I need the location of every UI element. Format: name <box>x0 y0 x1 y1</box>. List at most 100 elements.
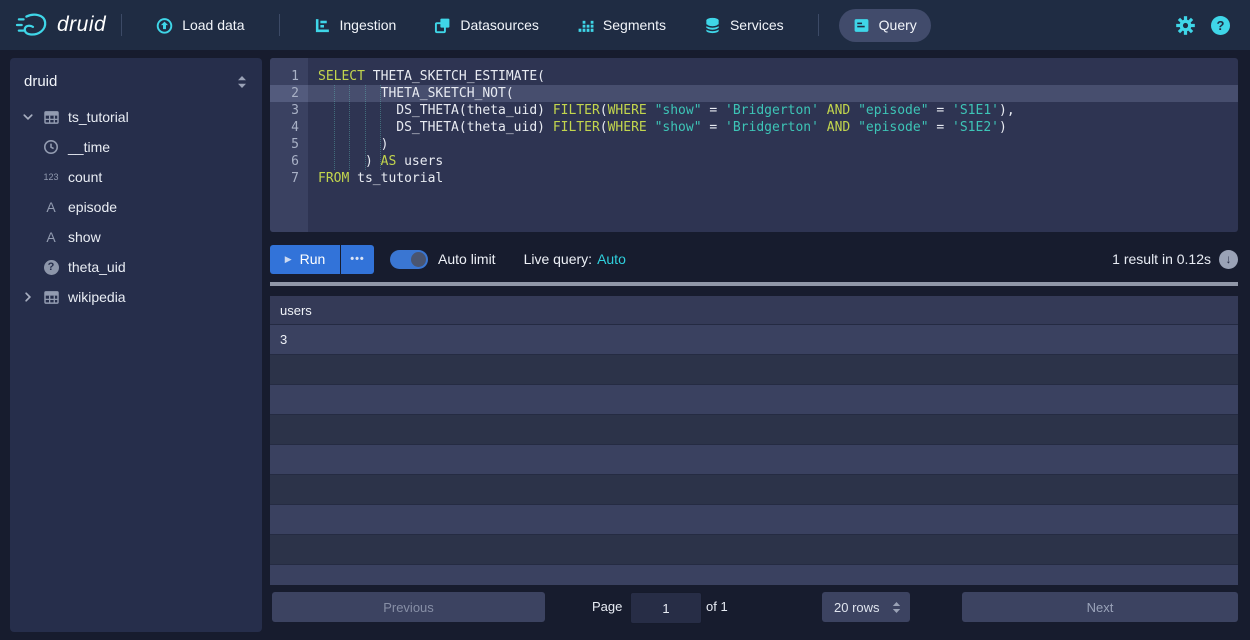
pagination-bar: Previous Page of 1 20 rows Next <box>270 592 1238 622</box>
tree-item-label: theta_uid <box>68 259 126 275</box>
schema-sidebar: druid ts_tutorial __time 123countAepisodeA… <box>10 58 262 632</box>
live-query-label: Live query:Auto <box>524 251 626 267</box>
results-body: 3 <box>270 325 1238 585</box>
page-number-input[interactable] <box>630 592 702 624</box>
code-line-1[interactable]: 1SELECT THETA_SKETCH_ESTIMATE( <box>270 68 1238 85</box>
run-more-button[interactable]: ••• <box>341 245 374 274</box>
previous-page-button[interactable]: Previous <box>272 592 545 622</box>
rows-per-page-value: 20 rows <box>834 600 880 615</box>
nav-item-segments[interactable]: Segments <box>563 9 680 42</box>
help-icon[interactable]: ? <box>1211 16 1230 35</box>
sql-editor[interactable]: 1SELECT THETA_SKETCH_ESTIMATE(2 THETA_SK… <box>270 58 1238 232</box>
play-icon: ▶ <box>285 255 292 264</box>
auto-limit-toggle[interactable] <box>390 250 428 269</box>
tree-item-count[interactable]: 123count <box>10 162 262 192</box>
rows-per-page-select[interactable]: 20 rows <box>822 592 910 622</box>
tree-item-label: episode <box>68 199 117 215</box>
result-status-text: 1 result in 0.12s <box>1112 251 1211 267</box>
druid-logo-icon <box>14 10 50 40</box>
clock-icon <box>42 139 60 155</box>
download-icon[interactable]: ↓ <box>1219 250 1238 269</box>
tree-item-label: wikipedia <box>68 289 126 305</box>
tree-item-wikipedia[interactable]: wikipedia <box>10 282 262 312</box>
navbar: druid Load data Ingestion Datasources Segme… <box>0 0 1250 50</box>
tree-item-__time[interactable]: __time <box>10 132 262 162</box>
brand-text: druid <box>57 13 106 37</box>
run-button[interactable]: ▶ Run <box>270 245 340 274</box>
page-label: Page <box>592 592 622 622</box>
empty-row <box>270 535 1238 565</box>
empty-row <box>270 385 1238 415</box>
results-column-header[interactable]: users <box>270 296 1238 325</box>
nav-item-label: Query <box>879 17 917 33</box>
schema-tree: ts_tutorial __time 123countAepisodeAshow? t… <box>10 102 262 312</box>
code-text: THETA_SKETCH_NOT( <box>308 85 1238 102</box>
line-number: 5 <box>270 136 308 153</box>
code-line-6[interactable]: 6 ) AS users <box>270 153 1238 170</box>
tree-item-label: __time <box>68 139 110 155</box>
line-number: 7 <box>270 170 308 187</box>
auto-limit-label: Auto limit <box>438 251 496 267</box>
double-caret-vertical-icon <box>891 601 902 614</box>
empty-row <box>270 475 1238 505</box>
schema-selector[interactable]: druid <box>10 58 262 102</box>
gear-icon[interactable] <box>1176 16 1195 35</box>
segments-icon <box>577 17 594 34</box>
code-text: FROM ts_tutorial <box>308 170 1238 187</box>
code-line-4[interactable]: 4 DS_THETA(theta_uid) FILTER(WHERE "show… <box>270 119 1238 136</box>
nav-divider <box>818 14 819 36</box>
double-caret-vertical-icon <box>236 75 248 89</box>
code-text: SELECT THETA_SKETCH_ESTIMATE( <box>308 68 1238 85</box>
table-icon <box>42 291 60 304</box>
code-line-5[interactable]: 5 ) <box>270 136 1238 153</box>
resize-handle[interactable] <box>270 282 1238 286</box>
run-button-label: Run <box>300 251 326 267</box>
nav-item-label: Ingestion <box>340 17 397 33</box>
empty-row <box>270 505 1238 535</box>
line-number: 2 <box>270 85 308 102</box>
code-line-3[interactable]: 3 DS_THETA(theta_uid) FILTER(WHERE "show… <box>270 102 1238 119</box>
line-number: 3 <box>270 102 308 119</box>
tree-item-show[interactable]: Ashow <box>10 222 262 252</box>
nav-item-load-data[interactable]: Load data <box>142 9 258 42</box>
empty-row <box>270 565 1238 585</box>
query-icon <box>853 17 870 34</box>
code-line-7[interactable]: 7FROM ts_tutorial <box>270 170 1238 187</box>
nav-item-label: Load data <box>182 17 244 33</box>
cloud-upload-icon <box>156 17 173 34</box>
tree-item-episode[interactable]: Aepisode <box>10 192 262 222</box>
unknown-icon: ? <box>42 260 60 275</box>
chevron-right-icon[interactable] <box>22 291 42 303</box>
code-text: ) AS users <box>308 153 1238 170</box>
code-text: ) <box>308 136 1238 153</box>
tree-item-label: show <box>68 229 101 245</box>
result-row[interactable]: 3 <box>270 325 1238 355</box>
code-text: DS_THETA(theta_uid) FILTER(WHERE "show" … <box>308 119 1238 136</box>
run-bar: ▶ Run ••• Auto limit Live query:Auto 1 r… <box>270 244 1238 274</box>
nav-item-services[interactable]: Services <box>690 9 798 42</box>
page-count-label: of 1 <box>706 592 728 622</box>
line-number: 4 <box>270 119 308 136</box>
empty-row <box>270 415 1238 445</box>
empty-row <box>270 445 1238 475</box>
nav-items: Load data Ingestion Datasources Segments Ser… <box>106 0 936 50</box>
empty-row <box>270 355 1238 385</box>
nav-item-datasources[interactable]: Datasources <box>420 9 553 42</box>
services-icon <box>704 17 721 34</box>
toggle-knob <box>411 252 426 267</box>
tree-item-label: count <box>68 169 102 185</box>
next-page-button[interactable]: Next <box>962 592 1238 622</box>
code-line-2[interactable]: 2 THETA_SKETCH_NOT( <box>270 85 1238 102</box>
nav-item-label: Segments <box>603 17 666 33</box>
code-lines: 1SELECT THETA_SKETCH_ESTIMATE(2 THETA_SK… <box>270 58 1238 187</box>
nav-item-label: Datasources <box>460 17 539 33</box>
nav-item-query[interactable]: Query <box>839 9 931 42</box>
tree-item-theta_uid[interactable]: ? theta_uid <box>10 252 262 282</box>
results-table: users 3 <box>270 296 1238 585</box>
nav-item-ingestion[interactable]: Ingestion <box>300 9 411 42</box>
nav-divider <box>121 14 122 36</box>
druid-logo[interactable]: druid <box>14 10 106 40</box>
chevron-down-icon[interactable] <box>22 111 42 123</box>
live-query-value-link[interactable]: Auto <box>597 251 626 267</box>
tree-item-ts_tutorial[interactable]: ts_tutorial <box>10 102 262 132</box>
